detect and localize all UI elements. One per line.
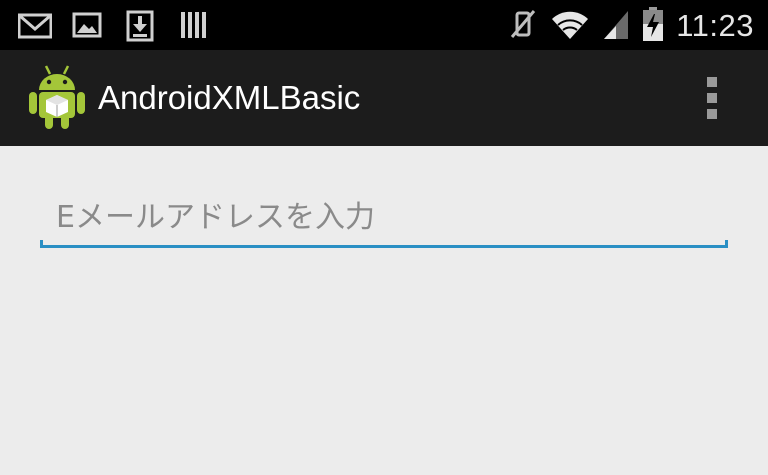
- input-underline-tick: [40, 240, 43, 248]
- wifi-icon: [550, 7, 590, 45]
- mute-icon: [508, 7, 538, 45]
- battery-charging-icon: [642, 6, 664, 46]
- input-underline-tick: [725, 240, 728, 248]
- main-content: [0, 146, 768, 475]
- overflow-menu-icon: [707, 77, 717, 87]
- system-status: 11:23: [508, 6, 754, 46]
- email-input[interactable]: [40, 190, 728, 244]
- notification-icons: [17, 10, 214, 42]
- storage-icon: [180, 10, 214, 40]
- overflow-menu-button[interactable]: [696, 72, 728, 124]
- email-field[interactable]: [40, 190, 728, 248]
- gmail-icon: [17, 10, 53, 40]
- android-icon[interactable]: [28, 64, 86, 130]
- overflow-menu-icon: [707, 109, 717, 119]
- overflow-menu-icon: [707, 93, 717, 103]
- gallery-icon: [72, 10, 106, 40]
- input-underline: [40, 245, 728, 248]
- action-bar: AndroidXMLBasic: [0, 50, 768, 146]
- status-bar: 11:23: [0, 0, 768, 50]
- signal-icon: [602, 7, 630, 45]
- app-title: AndroidXMLBasic: [98, 79, 361, 116]
- download-icon: [126, 10, 160, 42]
- clock: 11:23: [676, 8, 754, 43]
